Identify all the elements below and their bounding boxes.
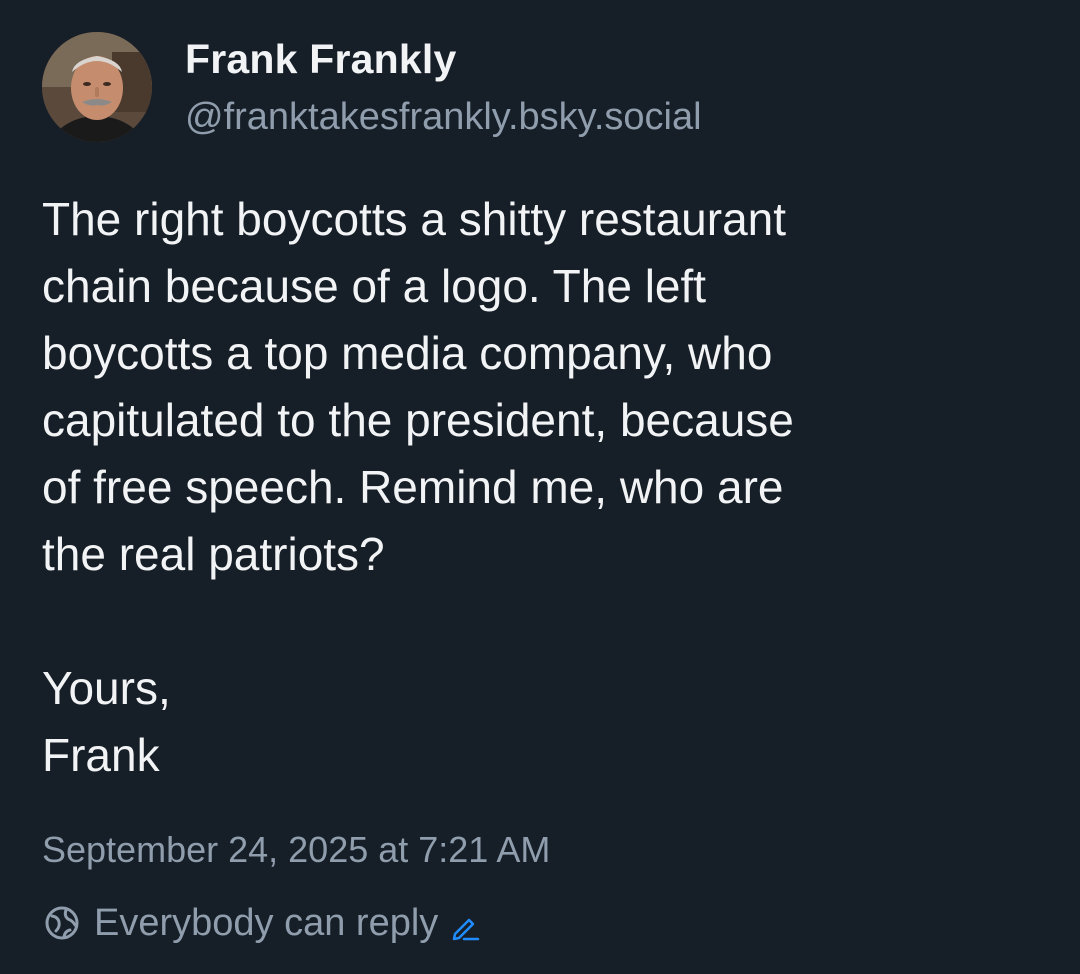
post-timestamp[interactable]: September 24, 2025 at 7:21 AM [42,826,550,874]
author-display-name[interactable]: Frank Frankly [185,31,702,87]
avatar-image [42,32,152,142]
reply-settings-label: Everybody can reply [94,902,439,944]
author-handle[interactable]: @franktakesfrankly.bsky.social [185,91,702,143]
post-thread-item: Frank Frankly @franktakesfrankly.bsky.so… [0,0,1080,974]
avatar[interactable] [42,32,152,142]
post-body-text: The right boycotts a shitty restaurant c… [42,193,794,781]
globe-icon [42,903,82,943]
post-header: Frank Frankly @franktakesfrankly.bsky.so… [42,32,702,142]
pencil-icon[interactable] [450,912,480,942]
reply-settings[interactable]: Everybody can reply [42,897,480,949]
author-names: Frank Frankly @franktakesfrankly.bsky.so… [185,31,702,143]
